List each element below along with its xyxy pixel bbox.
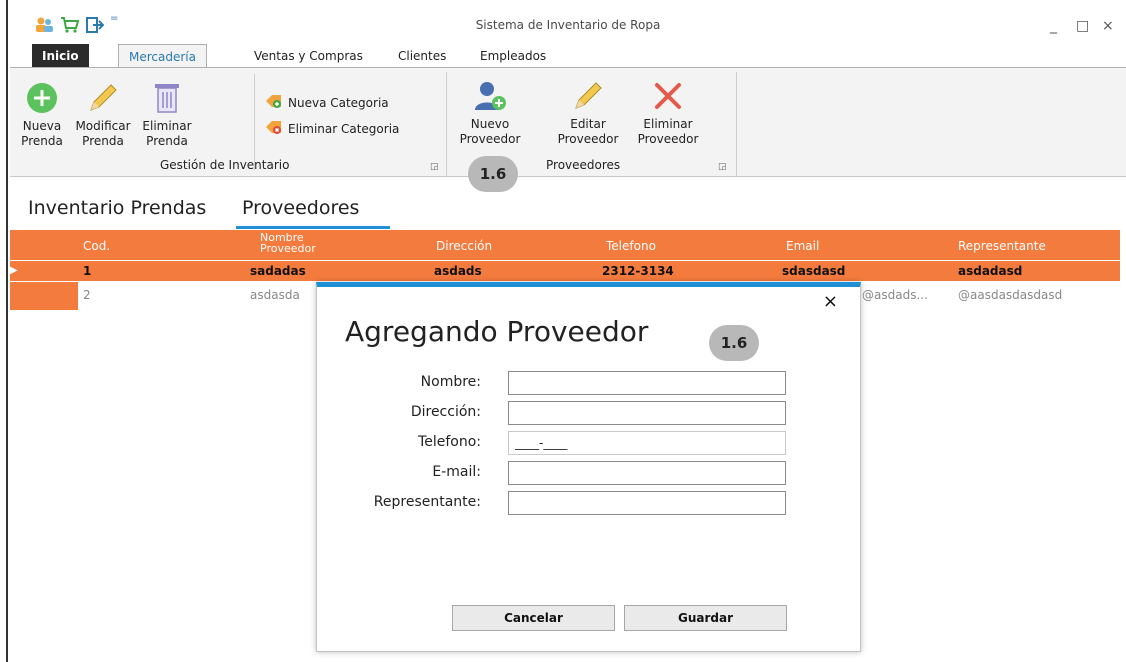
col-representante[interactable]: Representante — [958, 239, 1046, 253]
modificar-prenda-label-2: Prenda — [82, 134, 124, 148]
grid-header: Cod. Nombre Proveedor Dirección Telefono… — [10, 230, 1120, 260]
window-left-border — [0, 0, 8, 662]
eliminar-prenda-button[interactable]: Eliminar Prenda — [138, 80, 196, 149]
cell-email: sdasdasd — [782, 264, 846, 278]
eliminar-proveedor-label-2: Proveedor — [637, 132, 699, 146]
direccion-field[interactable] — [508, 401, 786, 425]
suppliers-group-label: Proveedores — [546, 158, 621, 172]
cell-email: @asdads... — [862, 288, 928, 302]
maximize-button[interactable]: □ — [1076, 18, 1089, 34]
app-window: = Sistema de Inventario de Ropa _ □ × In… — [0, 0, 1126, 662]
close-window-button[interactable]: × — [1102, 18, 1114, 34]
title-bar: = Sistema de Inventario de Ropa _ □ × — [10, 10, 1126, 40]
ribbon-separator — [254, 74, 255, 170]
col-email[interactable]: Email — [786, 239, 819, 253]
telefono-label: Telefono: — [418, 434, 481, 450]
nueva-prenda-button[interactable]: Nueva Prenda — [18, 80, 66, 149]
ribbon-separator — [446, 72, 447, 176]
nuevo-proveedor-label-2: Proveedor — [459, 132, 521, 146]
row-header-cell — [10, 282, 78, 310]
pencil-icon — [570, 78, 606, 114]
cell-cod: 1 — [83, 264, 92, 278]
nueva-categoria-label: Nueva Categoria — [288, 95, 389, 110]
cell-cod: 2 — [83, 288, 91, 302]
user-add-icon — [472, 78, 508, 114]
nuevo-proveedor-label-1: Nuevo — [470, 117, 510, 131]
col-telefono[interactable]: Telefono — [606, 239, 656, 253]
row-indicator-icon: ▶ — [10, 265, 18, 276]
nombre-label: Nombre: — [420, 374, 481, 390]
telefono-field[interactable] — [508, 431, 786, 455]
modificar-prenda-label-1: Modificar — [75, 119, 131, 133]
tab-clientes[interactable]: Clientes — [388, 44, 456, 68]
representante-field[interactable] — [508, 491, 786, 515]
cell-direccion: asdads — [434, 264, 482, 278]
table-row[interactable]: ▶ 1 sadadas asdads 2312-3134 sdasdasd as… — [10, 261, 1120, 281]
inventory-group-label: Gestión de Inventario — [160, 158, 290, 172]
tab-empleados[interactable]: Empleados — [470, 44, 556, 68]
ribbon: Nueva Prenda Modificar Prenda Eliminar P… — [10, 67, 1126, 192]
close-icon[interactable]: × — [823, 291, 838, 312]
tag-add-icon — [264, 93, 284, 112]
email-label: E-mail: — [432, 464, 481, 480]
col-nombre-proveedor[interactable]: Nombre Proveedor — [260, 232, 316, 254]
tag-delete-icon — [264, 119, 284, 138]
cell-telefono: 2312-3134 — [602, 264, 674, 278]
tab-inventario-prendas[interactable]: Inventario Prendas — [28, 197, 206, 219]
email-field[interactable] — [508, 461, 786, 485]
eliminar-prenda-label-1: Eliminar — [142, 119, 192, 133]
minimize-button[interactable]: _ — [1050, 18, 1057, 34]
ribbon-separator — [736, 72, 737, 176]
direccion-label: Dirección: — [410, 404, 481, 420]
cell-representante: @aasdasdasdasd — [958, 288, 1063, 302]
eliminar-categoria-button[interactable]: Eliminar Categoria — [264, 119, 399, 138]
dialog-step-badge: 1.6 — [709, 325, 759, 361]
dialog-launcher-icon[interactable]: ◲ — [718, 162, 727, 172]
nueva-categoria-button[interactable]: Nueva Categoria — [264, 93, 389, 112]
trash-icon — [149, 80, 185, 116]
col-nombre-line2: Proveedor — [260, 242, 316, 255]
tab-mercaderia[interactable]: Mercadería — [118, 44, 207, 68]
modificar-prenda-button[interactable]: Modificar Prenda — [70, 80, 136, 149]
eliminar-proveedor-button[interactable]: Eliminar Proveedor — [632, 78, 704, 147]
step-badge: 1.6 — [468, 156, 518, 192]
editar-proveedor-label-1: Editar — [570, 117, 606, 131]
representante-label: Representante: — [373, 494, 481, 510]
ribbon-tabs: Inicio Mercadería Ventas y Compras Clien… — [10, 44, 1126, 68]
tab-proveedores[interactable]: Proveedores — [242, 197, 359, 219]
cell-nombre: sadadas — [250, 264, 306, 278]
dialog-title: Agregando Proveedor — [345, 315, 649, 348]
cell-nombre: asdasda — [250, 288, 300, 302]
add-supplier-dialog: × Agregando Proveedor 1.6 Nombre: Direcc… — [316, 282, 861, 652]
window-title: Sistema de Inventario de Ropa — [475, 18, 661, 32]
nuevo-proveedor-button[interactable]: Nuevo Proveedor — [454, 78, 526, 147]
eliminar-categoria-label: Eliminar Categoria — [288, 121, 400, 136]
active-tab-underline — [236, 226, 390, 229]
add-circle-icon — [24, 80, 60, 116]
eliminar-prenda-label-2: Prenda — [146, 134, 188, 148]
eliminar-proveedor-label-1: Eliminar — [643, 117, 693, 131]
tab-inicio[interactable]: Inicio — [32, 44, 89, 68]
pencil-icon — [85, 80, 121, 116]
save-button[interactable]: Guardar — [624, 605, 787, 631]
cell-representante: asdadasd — [958, 264, 1023, 278]
nombre-field[interactable] — [508, 371, 786, 395]
editar-proveedor-label-2: Proveedor — [557, 132, 619, 146]
dialog-launcher-icon[interactable]: ◲ — [430, 162, 439, 172]
col-direccion[interactable]: Dirección — [436, 239, 492, 253]
col-cod[interactable]: Cod. — [83, 239, 110, 253]
tab-ventas-compras[interactable]: Ventas y Compras — [244, 44, 373, 68]
nueva-prenda-label-2: Prenda — [21, 134, 63, 148]
nueva-prenda-label-1: Nueva — [22, 119, 62, 133]
cancel-button[interactable]: Cancelar — [452, 605, 615, 631]
close-x-icon — [650, 78, 686, 114]
editar-proveedor-button[interactable]: Editar Proveedor — [552, 78, 624, 147]
